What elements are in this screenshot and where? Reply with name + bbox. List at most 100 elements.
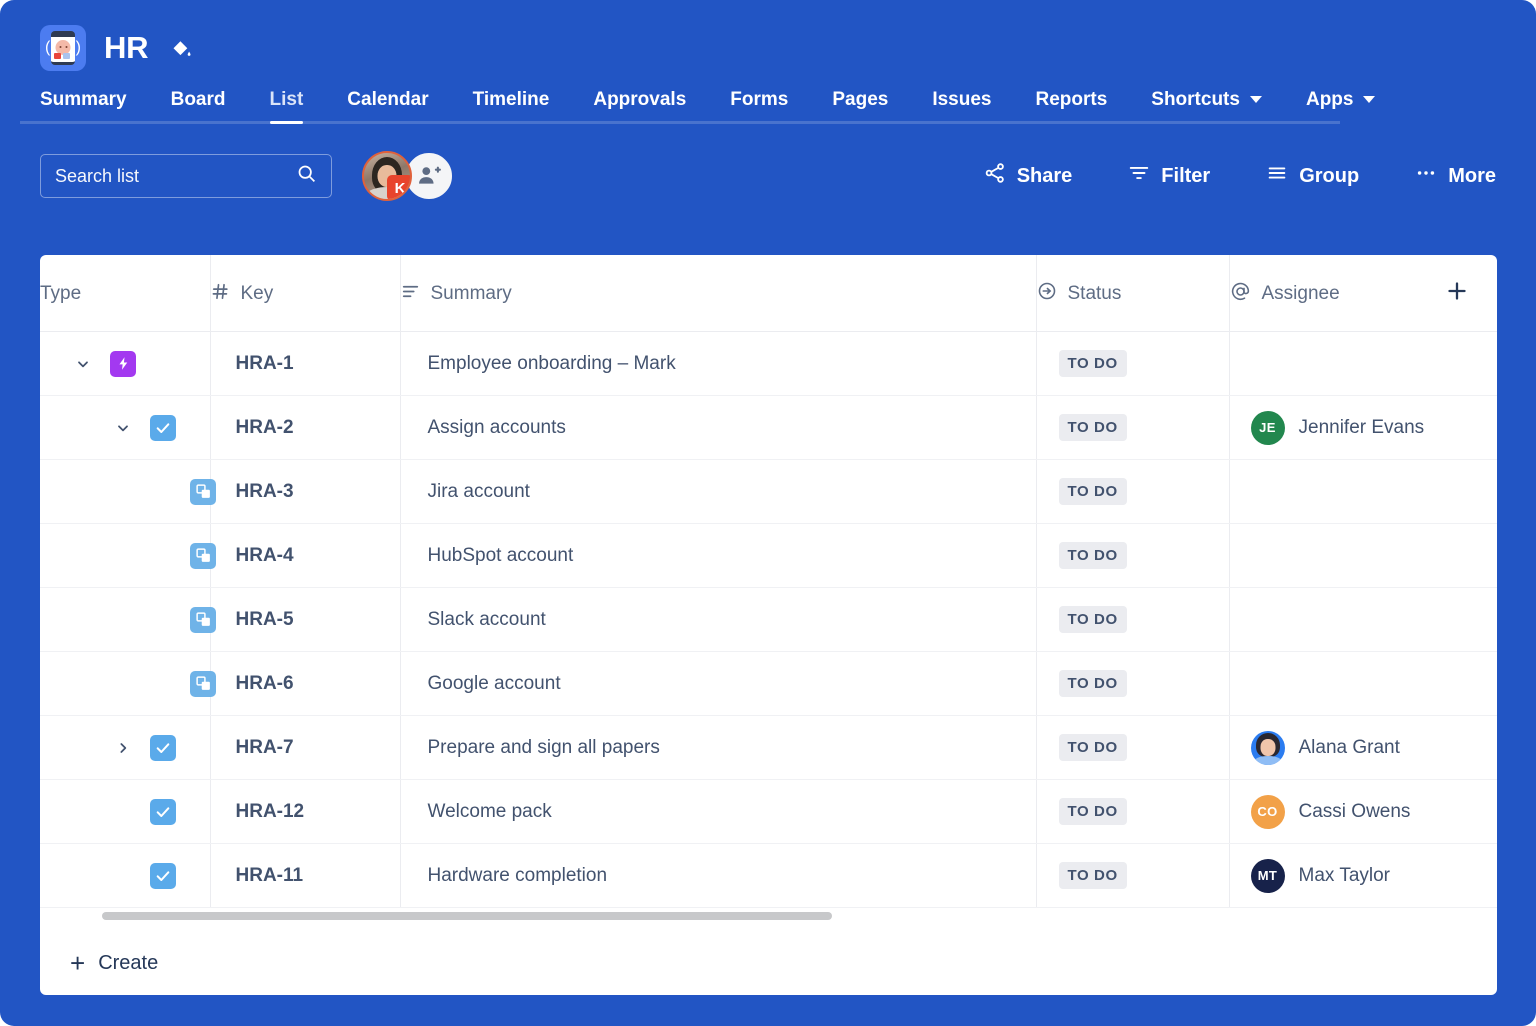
column-header-summary[interactable]: Summary: [400, 255, 1036, 332]
cell-key[interactable]: HRA-5: [210, 588, 400, 652]
tab-pages[interactable]: Pages: [832, 89, 888, 124]
table-row[interactable]: HRA-1Employee onboarding – Mark TO DO: [40, 332, 1497, 396]
status-badge[interactable]: TO DO: [1059, 862, 1127, 889]
tab-list[interactable]: List: [270, 89, 304, 124]
column-header-type[interactable]: Type: [40, 255, 210, 332]
project-header: ( ) HR: [0, 0, 1536, 74]
cell-type: [40, 588, 210, 652]
cell-summary[interactable]: Prepare and sign all papers: [400, 716, 1036, 780]
paren-right: ): [76, 40, 81, 56]
cell-assignee[interactable]: [1229, 460, 1497, 524]
scrollbar-thumb[interactable]: [102, 912, 832, 920]
tab-timeline[interactable]: Timeline: [473, 89, 550, 124]
status-badge[interactable]: TO DO: [1059, 734, 1127, 761]
cell-key[interactable]: HRA-7: [210, 716, 400, 780]
share-button[interactable]: Share: [984, 162, 1073, 190]
cell-summary[interactable]: Jira account: [400, 460, 1036, 524]
column-label: Status: [1068, 283, 1122, 305]
cell-status[interactable]: TO DO: [1036, 716, 1229, 780]
blue-square: [63, 53, 70, 59]
table-row[interactable]: HRA-12Welcome pack TO DO COCassi Owens: [40, 780, 1497, 844]
cell-assignee[interactable]: [1229, 524, 1497, 588]
cell-summary[interactable]: Welcome pack: [400, 780, 1036, 844]
epic-bolt-icon: [110, 351, 136, 377]
tab-issues[interactable]: Issues: [932, 89, 991, 124]
status-badge[interactable]: TO DO: [1059, 798, 1127, 825]
hash-icon: [211, 282, 230, 307]
avatar[interactable]: K: [362, 151, 412, 201]
cell-key[interactable]: HRA-1: [210, 332, 400, 396]
cell-assignee[interactable]: COCassi Owens: [1229, 780, 1497, 844]
tab-shortcuts[interactable]: Shortcuts: [1151, 89, 1262, 124]
status-badge[interactable]: TO DO: [1059, 606, 1127, 633]
cell-status[interactable]: TO DO: [1036, 780, 1229, 844]
cell-status[interactable]: TO DO: [1036, 396, 1229, 460]
tab-reports[interactable]: Reports: [1035, 89, 1107, 124]
cell-status[interactable]: TO DO: [1036, 460, 1229, 524]
table-row[interactable]: HRA-4HubSpot account TO DO: [40, 524, 1497, 588]
cell-summary[interactable]: Hardware completion: [400, 844, 1036, 908]
cell-key[interactable]: HRA-11: [210, 844, 400, 908]
tab-forms[interactable]: Forms: [730, 89, 788, 124]
cell-assignee[interactable]: [1229, 588, 1497, 652]
cell-assignee[interactable]: JEJennifer Evans: [1229, 396, 1497, 460]
status-badge[interactable]: TO DO: [1059, 670, 1127, 697]
cell-key[interactable]: HRA-4: [210, 524, 400, 588]
cell-key[interactable]: HRA-6: [210, 652, 400, 716]
column-header-status[interactable]: Status: [1036, 255, 1229, 332]
cell-status[interactable]: TO DO: [1036, 844, 1229, 908]
cell-summary[interactable]: Google account: [400, 652, 1036, 716]
task-check-icon: [150, 735, 176, 761]
cell-assignee[interactable]: [1229, 332, 1497, 396]
tab-label: Issues: [932, 89, 991, 111]
status-badge[interactable]: TO DO: [1059, 478, 1127, 505]
assignee-name: Jennifer Evans: [1299, 417, 1425, 439]
horizontal-scrollbar[interactable]: [102, 912, 1467, 920]
search-input[interactable]: [55, 166, 296, 187]
filter-button[interactable]: Filter: [1128, 162, 1210, 190]
tab-apps[interactable]: Apps: [1306, 89, 1376, 124]
cell-assignee[interactable]: Alana Grant: [1229, 716, 1497, 780]
cell-status[interactable]: TO DO: [1036, 652, 1229, 716]
chevron-down-icon[interactable]: [110, 420, 136, 436]
cell-status[interactable]: TO DO: [1036, 332, 1229, 396]
table-row[interactable]: HRA-7Prepare and sign all papers TO DO Ala…: [40, 716, 1497, 780]
tab-calendar[interactable]: Calendar: [347, 89, 428, 124]
more-button[interactable]: More: [1415, 162, 1496, 190]
paint-bucket-icon[interactable]: [166, 33, 196, 63]
chevron-down-icon[interactable]: [70, 356, 96, 372]
cell-summary[interactable]: HubSpot account: [400, 524, 1036, 588]
table-row[interactable]: HRA-3Jira account TO DO: [40, 460, 1497, 524]
table-row[interactable]: HRA-6Google account TO DO: [40, 652, 1497, 716]
task-check-icon: [150, 799, 176, 825]
cell-key[interactable]: HRA-3: [210, 460, 400, 524]
status-badge[interactable]: TO DO: [1059, 542, 1127, 569]
cell-summary[interactable]: Employee onboarding – Mark: [400, 332, 1036, 396]
tab-label: Timeline: [473, 89, 550, 111]
cell-assignee[interactable]: [1229, 652, 1497, 716]
cell-status[interactable]: TO DO: [1036, 524, 1229, 588]
table-row[interactable]: HRA-11Hardware completion TO DO MTMax Tayl…: [40, 844, 1497, 908]
column-header-assignee[interactable]: Assignee: [1229, 255, 1497, 332]
status-badge[interactable]: TO DO: [1059, 414, 1127, 441]
cell-key[interactable]: HRA-2: [210, 396, 400, 460]
search-icon[interactable]: [296, 163, 317, 189]
cell-status[interactable]: TO DO: [1036, 588, 1229, 652]
cell-summary[interactable]: Assign accounts: [400, 396, 1036, 460]
search-field[interactable]: [40, 154, 332, 198]
column-header-key[interactable]: Key: [210, 255, 400, 332]
tab-summary[interactable]: Summary: [40, 89, 127, 124]
create-button[interactable]: + Create: [70, 950, 158, 976]
status-badge[interactable]: TO DO: [1059, 350, 1127, 377]
plus-icon[interactable]: [1445, 279, 1469, 309]
tab-approvals[interactable]: Approvals: [593, 89, 686, 124]
table-row[interactable]: HRA-5Slack account TO DO: [40, 588, 1497, 652]
cell-assignee[interactable]: MTMax Taylor: [1229, 844, 1497, 908]
subtask-squares-icon: [190, 671, 216, 697]
tab-board[interactable]: Board: [171, 89, 226, 124]
cell-summary[interactable]: Slack account: [400, 588, 1036, 652]
chevron-right-icon[interactable]: [110, 740, 136, 756]
cell-key[interactable]: HRA-12: [210, 780, 400, 844]
table-row[interactable]: HRA-2Assign accounts TO DO JEJennifer Evan…: [40, 396, 1497, 460]
group-button[interactable]: Group: [1266, 162, 1359, 190]
